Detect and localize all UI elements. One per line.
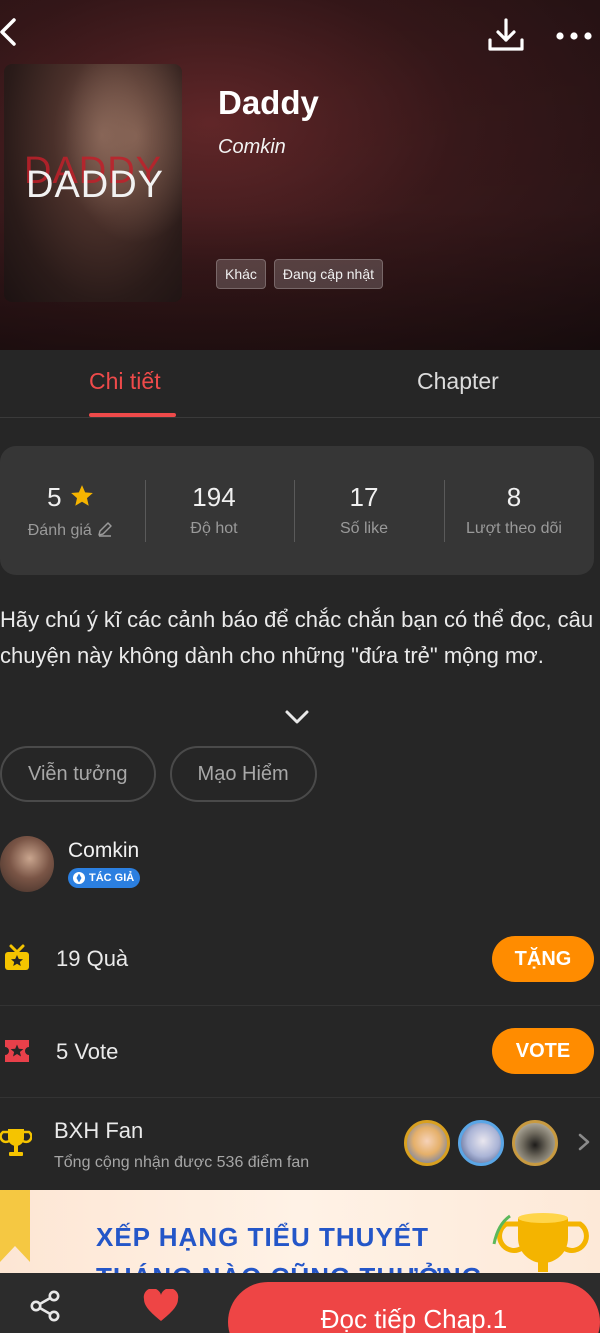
promo-banner[interactable]: XẾP HẠNG TIỂU THUYẾT THÁNG NÀO CŨNG THƯỞ… <box>0 1190 600 1280</box>
stat-rating-label: Đánh giá <box>27 522 92 539</box>
tab-chapter[interactable]: Chapter <box>417 368 499 395</box>
star-icon <box>71 485 93 506</box>
book-tags: Khác Đang cập nhật <box>216 259 383 289</box>
fan-avatar[interactable] <box>512 1120 558 1166</box>
continue-reading-button[interactable]: Đọc tiếp Chap.1 <box>228 1282 600 1333</box>
download-button[interactable] <box>486 16 526 56</box>
stat-hot-value: 194 <box>192 482 236 512</box>
stat-hot-label: Độ hot <box>190 520 238 537</box>
gifts-count: 19 Quà <box>56 946 129 971</box>
edit-pencil-icon <box>98 522 112 537</box>
share-icon <box>30 1290 60 1322</box>
votes-row: 5 Vote VOTE <box>0 1006 600 1098</box>
author-badge-icon <box>73 872 85 884</box>
stat-rating[interactable]: 5 Đánh giá <box>0 446 146 575</box>
gifts-row: 19 Quà TẶNG <box>0 914 600 1006</box>
author-avatar[interactable] <box>0 836 54 892</box>
trophy-cup-icon <box>492 1213 589 1272</box>
genre-chip[interactable]: Mạo Hiểm <box>169 746 317 802</box>
fan-avatar[interactable] <box>404 1120 450 1166</box>
tab-bar: Chi tiết Chapter <box>0 350 600 418</box>
genre-chip[interactable]: Viễn tưởng <box>0 746 156 802</box>
back-arrow-icon <box>0 18 16 46</box>
bookmark-ribbon-icon <box>0 1190 30 1262</box>
stat-rating-value-row: 5 <box>0 482 146 513</box>
stat-hot: 194 Độ hot <box>139 446 289 575</box>
vote-button[interactable]: VOTE <box>492 1028 594 1074</box>
tab-details[interactable]: Chi tiết <box>89 368 161 395</box>
heart-icon <box>143 1288 179 1321</box>
chevron-down-icon <box>285 710 309 724</box>
favorite-button[interactable] <box>142 1288 180 1323</box>
stat-likes-value: 17 <box>349 482 379 512</box>
fan-avatar[interactable] <box>458 1120 504 1166</box>
fan-ranking-title[interactable]: BXH Fan <box>54 1118 143 1144</box>
stat-likes: 17 Số like <box>289 446 439 575</box>
genre-list: Viễn tưởng Mạo Hiểm <box>0 746 317 802</box>
book-cover[interactable]: DADDY DADDY <box>4 64 182 302</box>
book-author[interactable]: Comkin <box>218 136 286 159</box>
stat-followers: 8 Lượt theo dõi <box>439 446 589 575</box>
fan-ranking-subtitle: Tổng cộng nhận được 536 điểm fan <box>54 1154 310 1171</box>
stat-followers-value: 8 <box>506 482 522 512</box>
chevron-right-icon <box>578 1133 590 1151</box>
gift-icon <box>5 944 29 970</box>
download-icon <box>488 18 524 51</box>
share-button[interactable] <box>28 1289 62 1323</box>
stat-rating-value: 5 <box>47 482 62 512</box>
banner-headline: XẾP HẠNG TIỂU THUYẾT <box>96 1222 430 1252</box>
stat-likes-label: Số like <box>339 520 389 537</box>
give-gift-button[interactable]: TẶNG <box>492 936 594 982</box>
active-tab-indicator <box>89 413 176 417</box>
stats-card: 5 Đánh giá 194 Độ hot 17 Số like 8 Lượt … <box>0 446 594 575</box>
tag-category[interactable]: Khác <box>216 259 266 289</box>
expand-description-button[interactable] <box>283 706 311 728</box>
author-badge: TÁC GIẢ <box>68 868 141 888</box>
trophy-icon <box>0 1129 32 1156</box>
book-title: Daddy <box>218 84 319 121</box>
author-name[interactable]: Comkin <box>68 839 139 863</box>
back-button[interactable] <box>0 14 28 50</box>
more-dots-icon <box>556 32 592 40</box>
more-options-button[interactable] <box>554 22 594 50</box>
stat-followers-label: Lượt theo dõi <box>466 520 562 537</box>
fan-ranking-more-button[interactable] <box>576 1132 592 1152</box>
stat-rating-label-row: Đánh giá <box>0 520 146 540</box>
cover-title: DADDY <box>26 164 165 206</box>
votes-count: 5 Vote <box>56 1039 119 1064</box>
vote-ticket-icon <box>5 1040 29 1062</box>
author-badge-label: TÁC GIẢ <box>89 872 135 884</box>
tag-status: Đang cập nhật <box>273 259 383 289</box>
book-description: Hãy chú ý kĩ các cảnh báo để chắc chắn b… <box>0 607 594 668</box>
